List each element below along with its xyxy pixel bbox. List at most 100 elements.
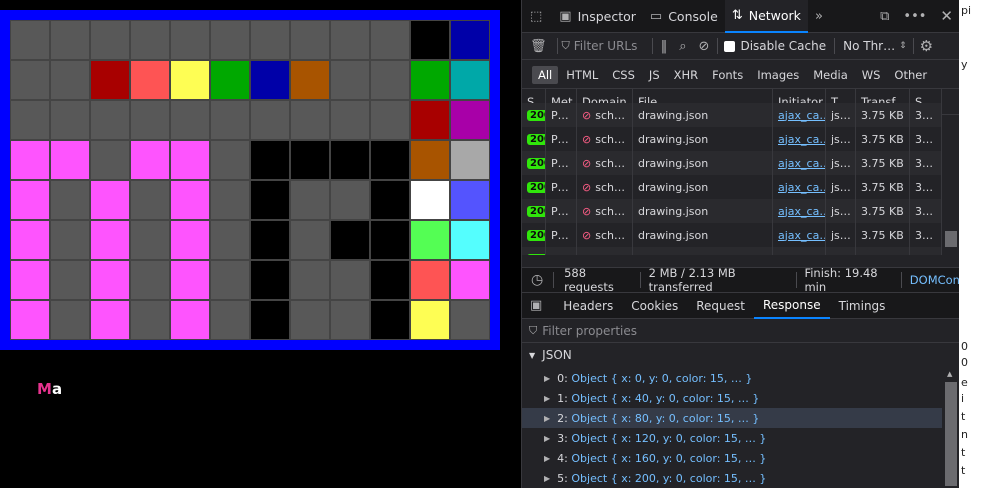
scroll-thumb[interactable] [945,382,957,486]
subtab-request[interactable]: Request [687,293,754,319]
expand-triangle-icon[interactable]: ▶ [544,414,550,423]
board-cell[interactable] [90,260,130,300]
json-tree-item[interactable]: ▶ 2: Object { x: 80, y: 0, color: 15, … } [522,408,942,428]
options-menu-icon[interactable]: ••• [896,0,933,33]
filter-media[interactable]: Media [807,66,854,84]
board-cell[interactable] [170,100,210,140]
board-cell[interactable] [330,180,370,220]
initiator-link[interactable]: ajax_ca… [778,157,825,170]
filter-js[interactable]: JS [643,66,666,84]
initiator-link[interactable]: ajax_ca… [778,133,825,146]
board-cell[interactable] [130,140,170,180]
close-icon[interactable]: ✕ [933,0,960,33]
board-cell[interactable] [130,180,170,220]
board-cell[interactable] [370,220,410,260]
json-tree-item[interactable]: ▶ 1: Object { x: 40, y: 0, color: 15, … } [522,388,942,408]
json-tree-item[interactable]: ▶ 5: Object { x: 200, y: 0, color: 15, … … [522,468,942,488]
board-cell[interactable] [210,100,250,140]
settings-gear-icon[interactable]: ⚙ [920,37,933,55]
subtab-response[interactable]: Response [753,293,830,319]
board-cell[interactable] [170,140,210,180]
board-cell[interactable] [210,180,250,220]
board-cell[interactable] [370,180,410,220]
board-cell[interactable] [410,60,450,100]
filter-all[interactable]: All [532,65,559,84]
trash-icon[interactable]: 🗑 [530,39,547,54]
board-cell[interactable] [50,300,90,340]
subtab-timings[interactable]: Timings [830,293,895,319]
board-cell[interactable] [370,100,410,140]
toggle-sidebar-icon[interactable]: ▣ [530,298,542,313]
board-cell[interactable] [290,300,330,340]
filter-html[interactable]: HTML [560,66,604,84]
filter-other[interactable]: Other [888,66,933,84]
scroll-up-icon[interactable]: ▲ [947,370,952,378]
board-cell[interactable] [250,100,290,140]
board-cell[interactable] [250,140,290,180]
board-cell[interactable] [170,180,210,220]
board-cell[interactable] [250,20,290,60]
board-cell[interactable] [90,300,130,340]
board-cell[interactable] [170,20,210,60]
board-cell[interactable] [410,100,450,140]
request-row[interactable]: 200P…⊘sch…drawing.jsonajax_ca…js…3.75 KB… [522,247,942,255]
tab-inspector[interactable]: ▣ Inspector [552,0,643,33]
disable-cache-checkbox[interactable] [724,40,736,52]
board-cell[interactable] [170,300,210,340]
board-cell[interactable] [450,100,490,140]
pixel-board[interactable] [10,20,490,340]
block-icon[interactable]: ⊘ [699,39,710,54]
board-cell[interactable] [210,300,250,340]
json-tree-item[interactable]: ▶ 4: Object { x: 160, y: 0, color: 15, … … [522,448,942,468]
board-cell[interactable] [410,300,450,340]
board-cell[interactable] [250,60,290,100]
board-cell[interactable] [130,60,170,100]
request-row[interactable]: 200P…⊘sch…drawing.jsonajax_ca…js…3.75 KB… [522,127,942,151]
board-cell[interactable] [290,180,330,220]
board-cell[interactable] [290,260,330,300]
board-cell[interactable] [90,100,130,140]
board-cell[interactable] [370,60,410,100]
board-cell[interactable] [370,300,410,340]
board-cell[interactable] [10,300,50,340]
board-cell[interactable] [330,260,370,300]
initiator-link[interactable]: ajax_ca… [778,205,825,218]
board-cell[interactable] [450,300,490,340]
board-cell[interactable] [410,140,450,180]
board-cell[interactable] [10,180,50,220]
initiator-link[interactable]: ajax_ca… [778,253,825,256]
board-cell[interactable] [10,60,50,100]
board-cell[interactable] [210,220,250,260]
json-tree-scrollbar[interactable]: ▲ [942,368,960,488]
board-cell[interactable] [450,260,490,300]
board-cell[interactable] [410,20,450,60]
json-tree-item[interactable]: ▶ 3: Object { x: 120, y: 0, color: 15, … … [522,428,942,448]
scroll-thumb[interactable] [945,231,957,247]
request-row[interactable]: 200P…⊘sch…drawing.jsonajax_ca…js…3.75 KB… [522,151,942,175]
expand-triangle-icon[interactable]: ▶ [544,374,550,383]
filter-properties-input[interactable]: Filter properties [542,324,637,338]
json-section-header[interactable]: ▼ JSON [522,343,960,367]
board-cell[interactable] [290,60,330,100]
tab-network[interactable]: ⇅ Network [724,0,808,33]
board-cell[interactable] [130,300,170,340]
pause-icon[interactable]: ‖ [661,39,668,54]
more-tabs-icon[interactable]: » [808,0,830,33]
board-cell[interactable] [450,180,490,220]
board-cell[interactable] [330,300,370,340]
element-picker-icon[interactable]: ⬚ [522,0,552,33]
board-cell[interactable] [290,20,330,60]
board-cell[interactable] [50,220,90,260]
board-cell[interactable] [130,100,170,140]
filter-xhr[interactable]: XHR [668,66,705,84]
board-cell[interactable] [170,220,210,260]
board-cell[interactable] [10,220,50,260]
filter-css[interactable]: CSS [606,66,641,84]
board-cell[interactable] [50,180,90,220]
board-cell[interactable] [50,260,90,300]
board-cell[interactable] [90,60,130,100]
initiator-link[interactable]: ajax_ca… [778,109,825,122]
board-cell[interactable] [410,260,450,300]
dock-icon[interactable]: ⧉ [873,0,896,33]
filter-urls-input[interactable]: Filter URLs [574,39,644,53]
